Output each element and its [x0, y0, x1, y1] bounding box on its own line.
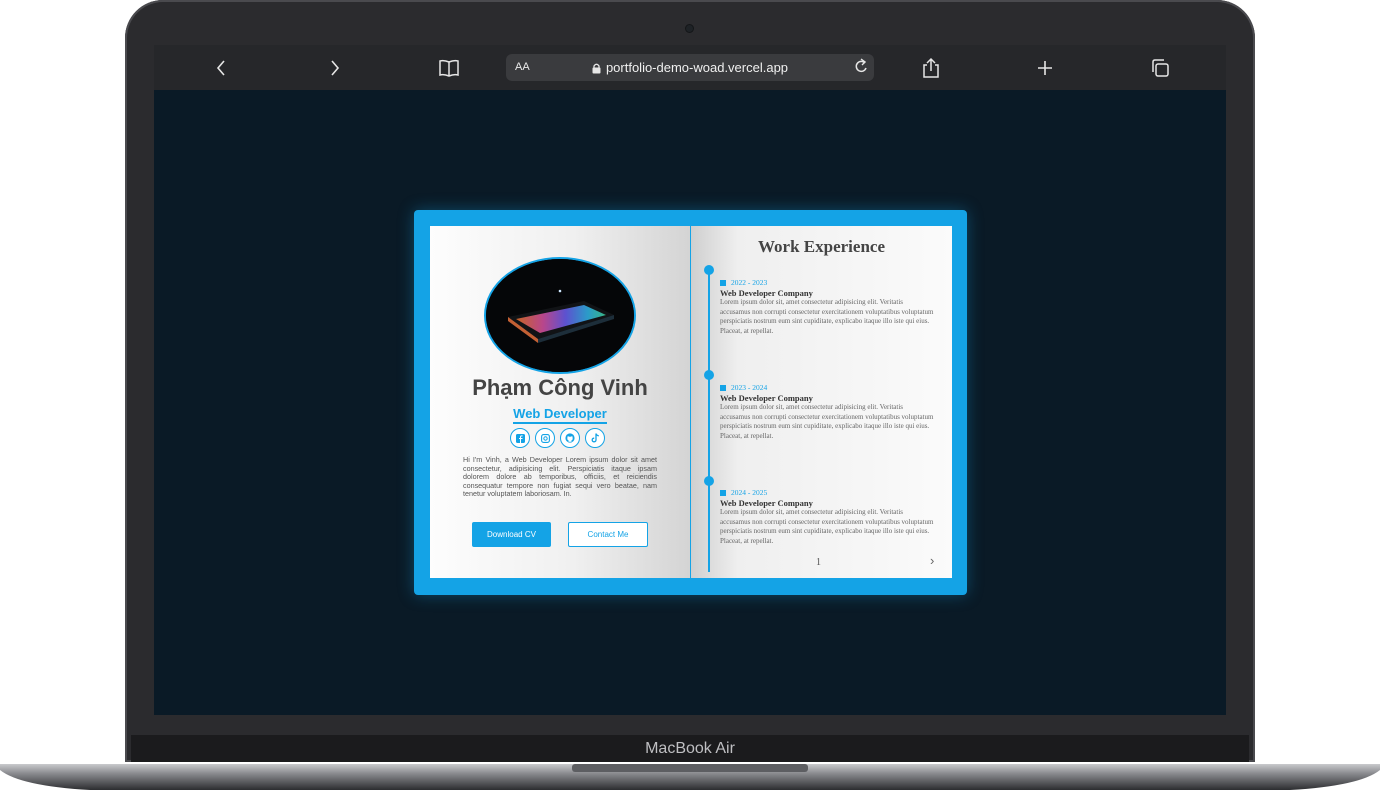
job-period-text: 2024 - 2025 [731, 488, 768, 497]
job-description: Lorem ipsum dolor sit, amet consectetur … [720, 508, 934, 545]
profile-role-text: Web Developer [513, 406, 607, 424]
profile-page: Phạm Công Vinh Web Developer Hi I'm Vinh… [430, 226, 690, 578]
job-entry: 2023 - 2024 Web Developer Company Lorem … [720, 383, 935, 441]
profile-role: Web Developer [430, 406, 690, 424]
work-experience-page: Work Experience 2022 - 2023 Web Develope… [691, 226, 952, 578]
new-tab-icon[interactable] [1034, 45, 1056, 90]
page-number: 1 [816, 557, 821, 568]
calendar-icon [720, 279, 726, 286]
url-display[interactable]: portfolio-demo-woad.vercel.app [506, 54, 874, 81]
timeline-line [708, 269, 710, 572]
contact-me-button[interactable]: Contact Me [568, 522, 648, 547]
job-company: Web Developer Company [720, 288, 813, 298]
laptop-base [0, 764, 1380, 790]
browser-screen: AA portfolio-demo-woad.vercel.app Phạm C… [154, 45, 1226, 715]
laptop-photo [486, 259, 634, 372]
github-icon[interactable] [560, 428, 580, 448]
timeline-dot [704, 370, 714, 380]
reload-icon[interactable] [854, 57, 868, 78]
job-period-text: 2022 - 2023 [731, 278, 768, 287]
social-links [510, 428, 605, 448]
address-bar[interactable]: AA portfolio-demo-woad.vercel.app [506, 54, 874, 81]
instagram-icon[interactable] [535, 428, 555, 448]
timeline-dot [704, 265, 714, 275]
job-company: Web Developer Company [720, 498, 813, 508]
portfolio-book: Phạm Công Vinh Web Developer Hi I'm Vinh… [414, 210, 967, 595]
camera [686, 25, 693, 32]
job-company: Web Developer Company [720, 393, 813, 403]
tiktok-icon[interactable] [585, 428, 605, 448]
tabs-overview-icon[interactable] [1148, 45, 1172, 90]
avatar [484, 257, 636, 374]
job-period: 2022 - 2023 [720, 278, 935, 287]
timeline-dot [704, 476, 714, 486]
lock-icon [592, 63, 601, 74]
share-icon[interactable] [920, 45, 942, 90]
calendar-icon [720, 489, 726, 496]
profile-bio: Hi I'm Vinh, a Web Developer Lorem ipsum… [463, 455, 657, 498]
job-entry: 2024 - 2025 Web Developer Company Lorem … [720, 488, 935, 546]
profile-name: Phạm Công Vinh [472, 375, 648, 400]
next-page-arrow[interactable]: › [930, 553, 934, 568]
back-icon[interactable] [210, 45, 232, 90]
forward-icon[interactable] [324, 45, 346, 90]
work-experience-title: Work Experience [757, 237, 885, 256]
download-cv-button[interactable]: Download CV [472, 522, 551, 547]
job-description: Lorem ipsum dolor sit, amet consectetur … [720, 298, 934, 335]
job-period: 2024 - 2025 [720, 488, 935, 497]
bookmarks-icon[interactable] [436, 45, 462, 90]
device-brand-label: MacBook Air [645, 740, 735, 757]
job-entry: 2022 - 2023 Web Developer Company Lorem … [720, 278, 935, 336]
browser-toolbar: AA portfolio-demo-woad.vercel.app [154, 45, 1226, 90]
url-text: portfolio-demo-woad.vercel.app [605, 60, 789, 75]
calendar-icon [720, 384, 726, 391]
job-period: 2023 - 2024 [720, 383, 935, 392]
job-description: Lorem ipsum dolor sit, amet consectetur … [720, 403, 934, 440]
job-period-text: 2023 - 2024 [731, 383, 768, 392]
facebook-icon[interactable] [510, 428, 530, 448]
